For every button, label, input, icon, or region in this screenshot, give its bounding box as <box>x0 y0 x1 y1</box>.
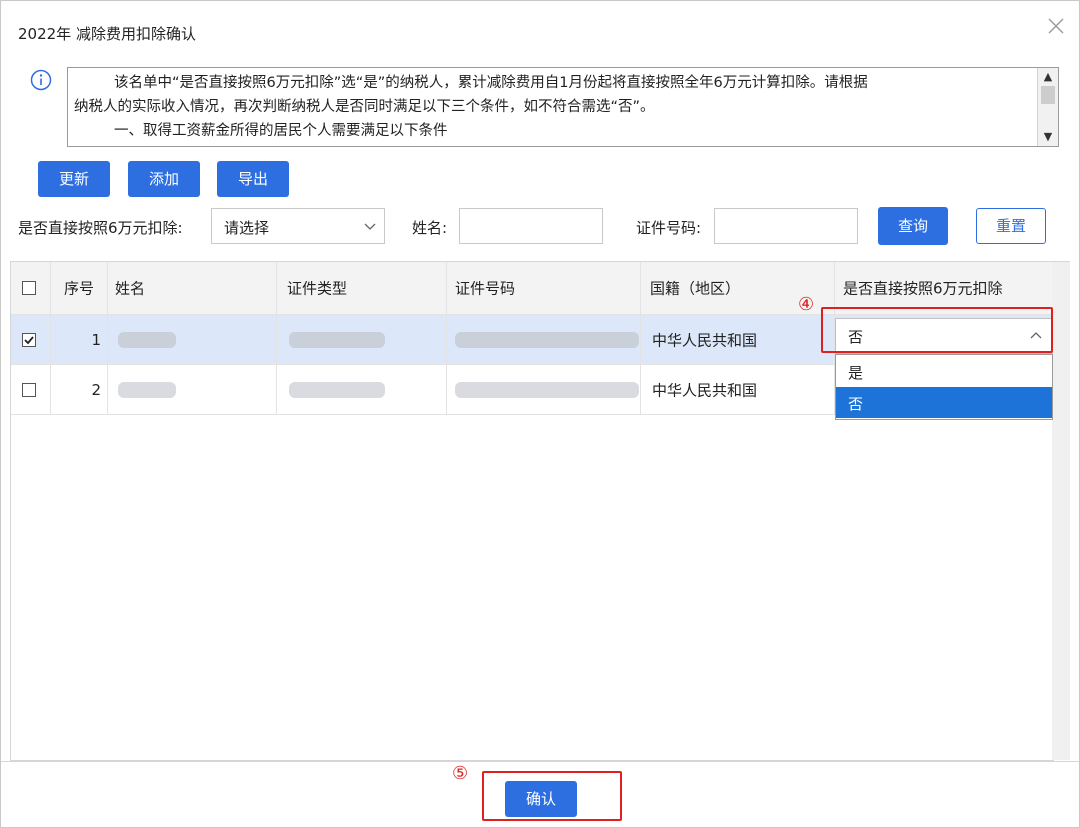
header-name: 姓名 <box>115 279 146 298</box>
name-filter-input[interactable] <box>459 208 603 244</box>
redacted-name <box>118 331 176 348</box>
scroll-down-icon[interactable]: ▼ <box>1038 128 1058 146</box>
export-button[interactable]: 导出 <box>217 161 289 197</box>
redacted-id-type <box>289 331 385 348</box>
row-nation: 中华人民共和国 <box>652 331 758 349</box>
option-no[interactable]: 否 <box>836 387 1052 418</box>
header-seq: 序号 <box>64 279 95 298</box>
step-5-marker: ⑤ <box>452 763 469 784</box>
reset-button[interactable]: 重置 <box>976 208 1046 244</box>
header-nation: 国籍（地区） <box>650 279 741 298</box>
notice-scrollbar[interactable]: ▲ ▼ <box>1037 68 1058 146</box>
deduct-filter-select[interactable]: 请选择 <box>211 208 385 244</box>
header-id-type: 证件类型 <box>287 279 348 298</box>
highlight-box-step4 <box>821 307 1053 353</box>
row-checkbox[interactable] <box>22 332 36 347</box>
info-icon <box>30 69 52 91</box>
notice-line-3: 一、取得工资薪金所得的居民个人需要满足以下条件 <box>114 123 448 139</box>
chevron-down-icon <box>364 223 376 230</box>
dialog: 2022年 减除费用扣除确认 该名单中“是否直接按照6万元扣除”选“是”的纳税人… <box>0 0 1080 828</box>
highlight-box-step5 <box>482 771 622 821</box>
row-checkbox[interactable] <box>22 382 36 397</box>
header-id-no: 证件号码 <box>455 279 516 298</box>
close-icon[interactable] <box>1045 15 1067 37</box>
select-all-checkbox[interactable] <box>22 281 36 295</box>
id-filter-input[interactable] <box>714 208 858 244</box>
step-4-marker: ④ <box>798 294 815 315</box>
redacted-name <box>118 381 176 398</box>
row-seq: 1 <box>91 330 101 349</box>
deduct-filter-value: 请选择 <box>224 219 270 237</box>
id-filter-label: 证件号码: <box>636 219 702 237</box>
dialog-title: 2022年 减除费用扣除确认 <box>18 25 196 43</box>
redacted-id-no <box>455 331 639 348</box>
notice-panel: 该名单中“是否直接按照6万元扣除”选“是”的纳税人，累计减除费用自1月份起将直接… <box>28 67 1059 147</box>
add-button[interactable]: 添加 <box>128 161 200 197</box>
notice-line-1: 该名单中“是否直接按照6万元扣除”选“是”的纳税人，累计减除费用自1月份起将直接… <box>114 75 868 91</box>
dialog-titlebar: 2022年 减除费用扣除确认 <box>1 1 1079 61</box>
checkmark-icon <box>24 335 34 344</box>
redacted-id-no <box>455 381 639 398</box>
scroll-up-icon[interactable]: ▲ <box>1038 68 1058 86</box>
query-button[interactable]: 查询 <box>878 207 948 245</box>
notice-textbox[interactable]: 该名单中“是否直接按照6万元扣除”选“是”的纳税人，累计减除费用自1月份起将直接… <box>67 67 1059 147</box>
option-yes[interactable]: 是 <box>836 356 1052 387</box>
row-seq: 2 <box>91 380 101 399</box>
name-filter-label: 姓名: <box>412 219 448 237</box>
footer-divider <box>1 761 1079 762</box>
deduct-options-list: 是 否 <box>835 354 1053 420</box>
notice-line-2: 纳税人的实际收入情况，再次判断纳税人是否同时满足以下三个条件，如不符合需选“否”… <box>74 99 655 115</box>
redacted-id-type <box>289 381 385 398</box>
update-button[interactable]: 更新 <box>38 161 110 197</box>
deduct-filter-label: 是否直接按照6万元扣除: <box>18 219 183 237</box>
scroll-thumb[interactable] <box>1041 86 1055 104</box>
header-deduct: 是否直接按照6万元扣除 <box>843 279 1003 298</box>
table-scrollbar[interactable] <box>1052 261 1070 760</box>
row-nation: 中华人民共和国 <box>652 381 758 399</box>
